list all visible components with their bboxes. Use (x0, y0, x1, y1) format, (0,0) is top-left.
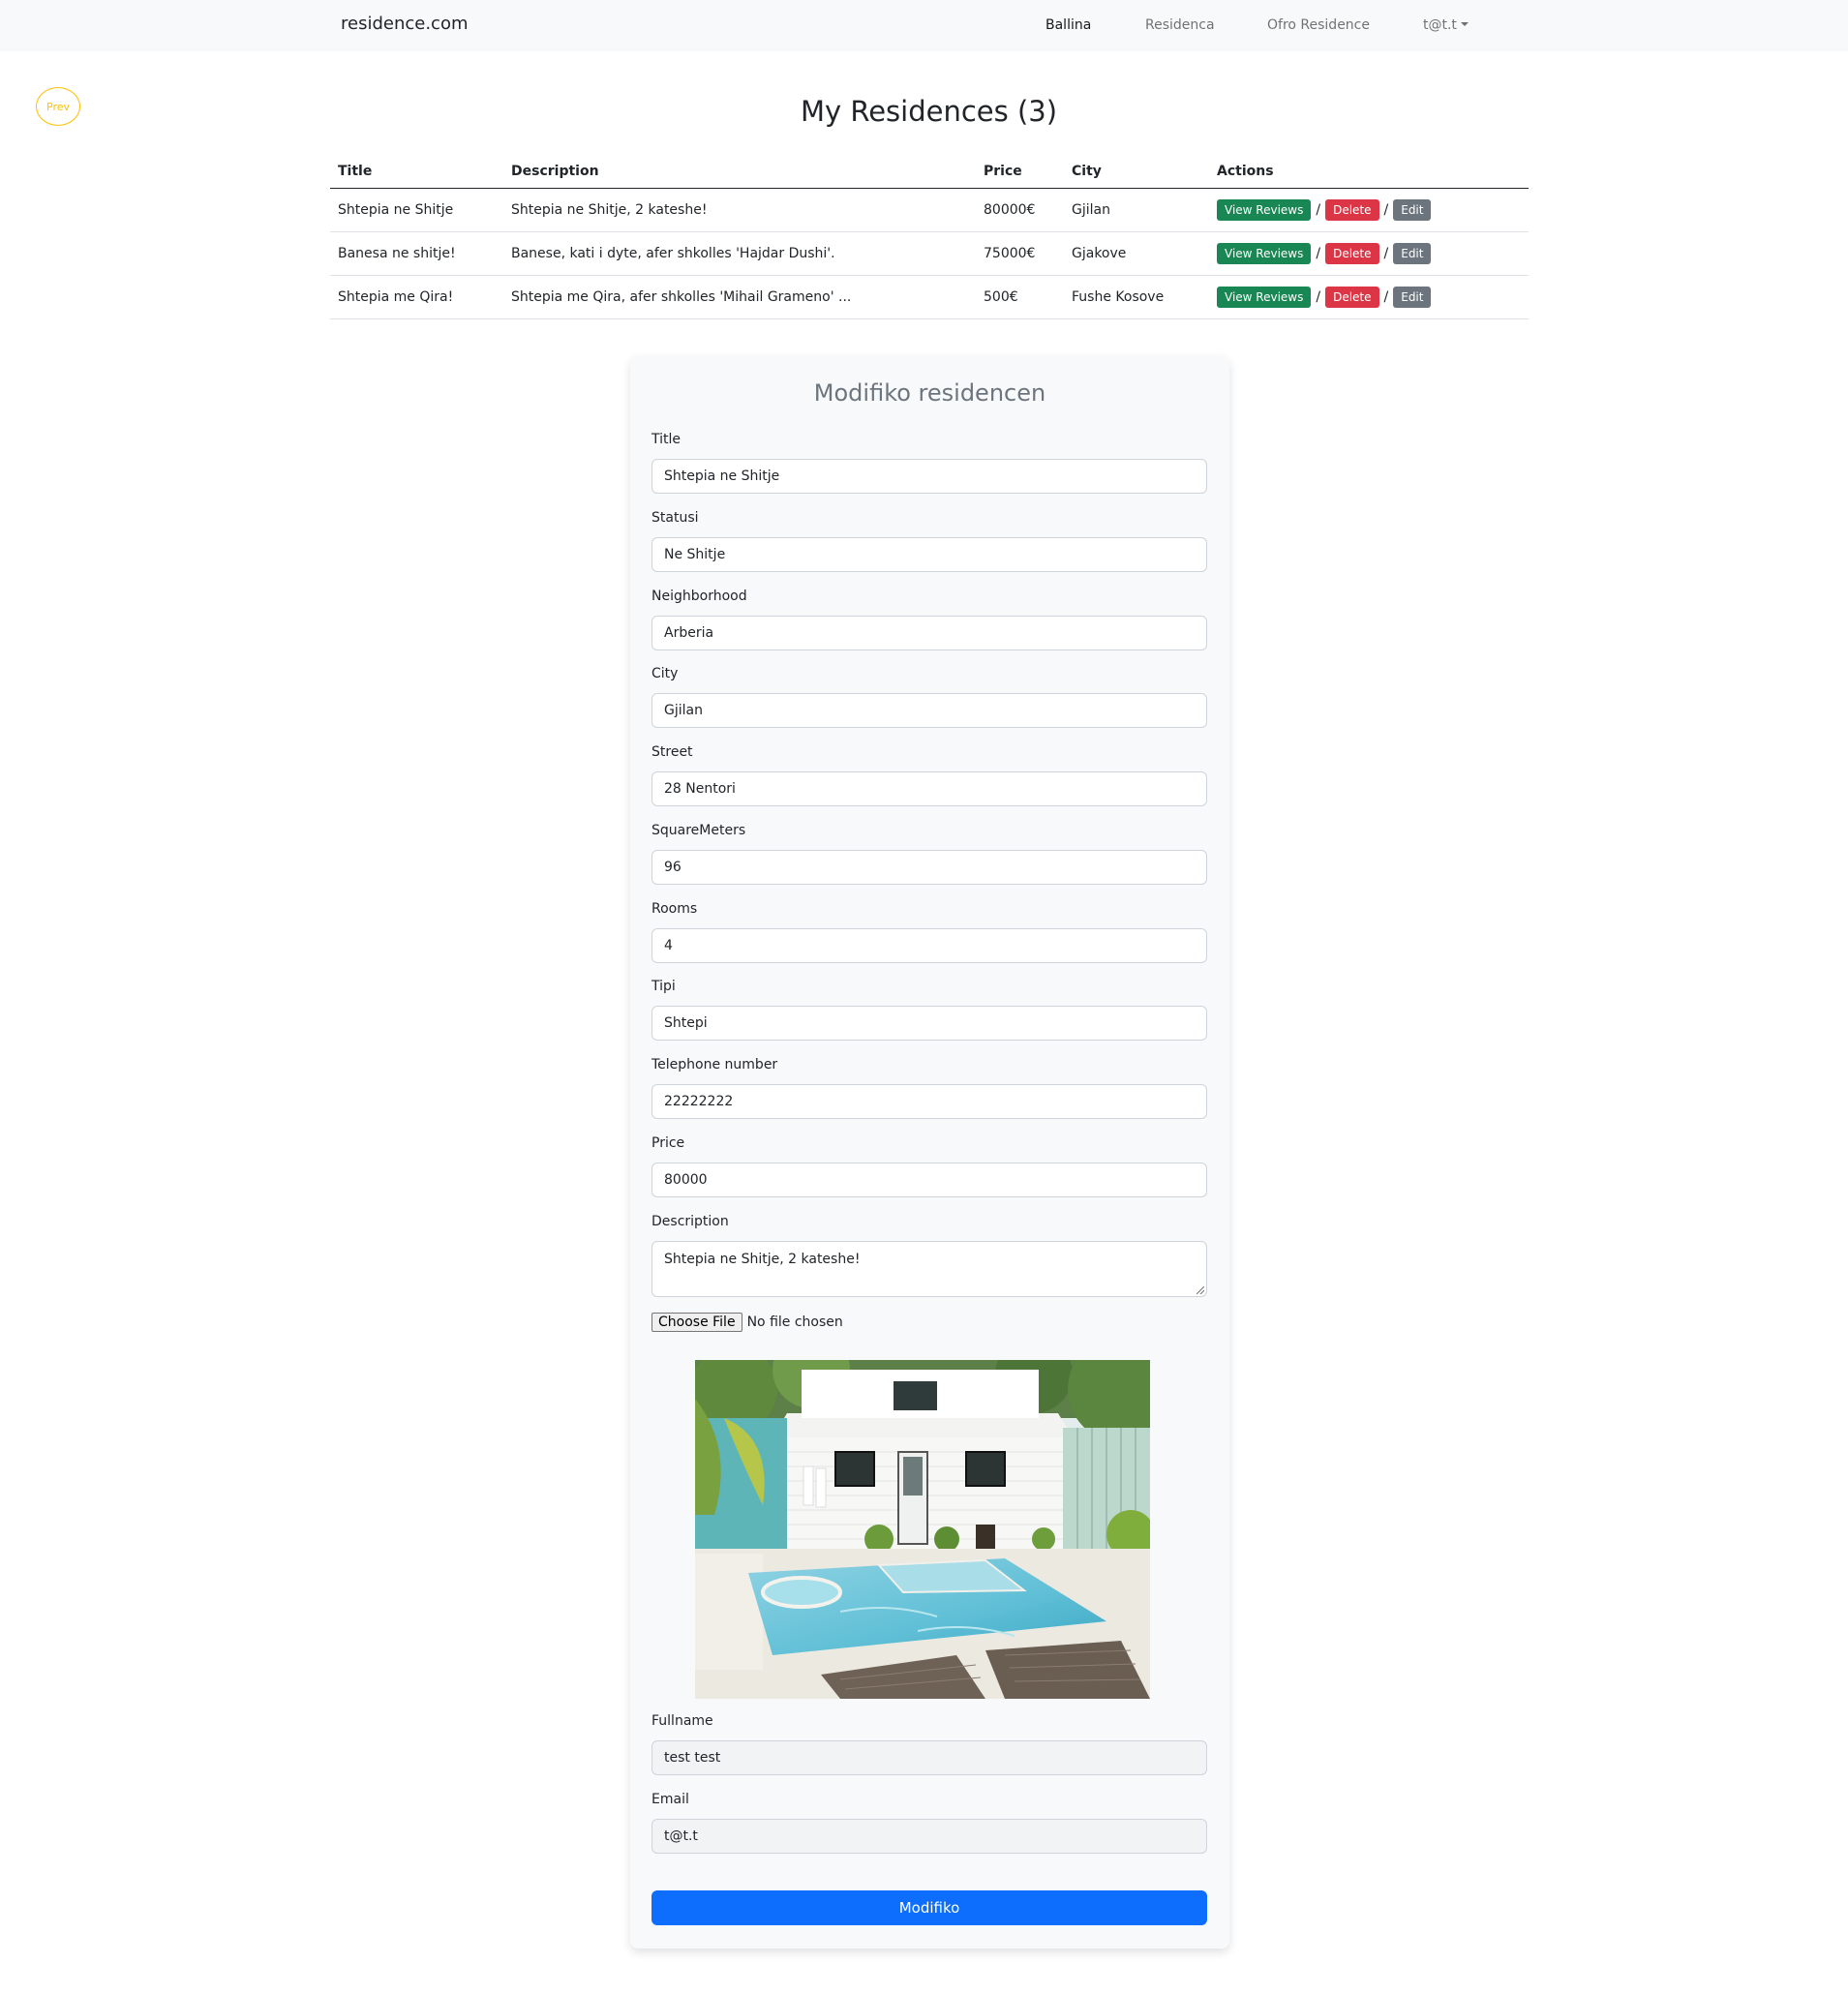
view-reviews-button[interactable]: View Reviews (1217, 242, 1312, 264)
page-title: My Residences (3) (800, 95, 1058, 128)
telephone-field[interactable]: 22222222 (651, 1084, 1207, 1119)
navbar: residence.com Ballina Residenca Ofro Res… (0, 0, 1848, 51)
description-textarea[interactable]: Shtepia ne Shitje, 2 kateshe! (651, 1241, 1207, 1297)
neighborhood-label: Neighborhood (651, 589, 747, 604)
delete-button[interactable]: Delete (1325, 286, 1379, 308)
separator: / (1316, 288, 1321, 305)
cell-actions: View Reviews / Delete / Edit (1209, 188, 1529, 232)
price-field[interactable]: 80000 (651, 1163, 1207, 1197)
cell-actions: View Reviews / Delete / Edit (1209, 275, 1529, 319)
separator: / (1383, 245, 1389, 261)
modifiko-submit-button[interactable]: Modifiko (651, 1890, 1207, 1925)
choose-file-button[interactable]: Choose File (651, 1313, 742, 1332)
table-row: Banesa ne shitje! Banese, kati i dyte, a… (330, 231, 1529, 276)
street-field[interactable]: 28 Nentori (651, 771, 1207, 806)
cell-description: Shtepia me Qira, afer shkolles 'Mihail G… (503, 275, 976, 319)
description-label: Description (651, 1214, 729, 1229)
fullname-field[interactable]: test test (651, 1740, 1207, 1775)
residences-table: Title Description Price City Actions Sht… (330, 155, 1529, 319)
header-description: Description (503, 155, 976, 189)
tipi-field[interactable]: Shtepi (651, 1006, 1207, 1041)
table-row: Shtepia me Qira! Shtepia me Qira, afer s… (330, 275, 1529, 319)
city-field[interactable]: Gjilan (651, 693, 1207, 728)
table-header-row: Title Description Price City Actions (330, 155, 1529, 189)
cell-description: Shtepia ne Shitje, 2 kateshe! (503, 188, 976, 232)
cell-actions: View Reviews / Delete / Edit (1209, 231, 1529, 276)
street-label: Street (651, 744, 693, 760)
cell-city: Gjilan (1064, 188, 1209, 232)
separator: / (1316, 245, 1321, 261)
cell-city: Fushe Kosove (1064, 275, 1209, 319)
separator: / (1383, 288, 1389, 305)
cell-title: Shtepia ne Shitje (330, 188, 503, 232)
file-status: No file chosen (746, 1314, 843, 1330)
nav-link-ofro-residence[interactable]: Ofro Residence (1267, 17, 1370, 33)
squaremeters-label: SquareMeters (651, 823, 746, 838)
cell-price: 80000€ (976, 188, 1064, 232)
cell-price: 75000€ (976, 231, 1064, 276)
squaremeters-field[interactable]: 96 (651, 850, 1207, 885)
edit-button[interactable]: Edit (1393, 286, 1432, 308)
user-email: t@t.t (1423, 17, 1457, 33)
table-row: Shtepia ne Shitje Shtepia ne Shitje, 2 k… (330, 188, 1529, 232)
separator: / (1383, 201, 1389, 218)
delete-button[interactable]: Delete (1325, 242, 1379, 264)
view-reviews-button[interactable]: View Reviews (1217, 198, 1312, 221)
neighborhood-field[interactable]: Arberia (651, 616, 1207, 650)
brand-link[interactable]: residence.com (341, 14, 469, 34)
description-text: Shtepia ne Shitje, 2 kateshe! (664, 1252, 861, 1267)
telephone-label: Telephone number (651, 1057, 778, 1073)
price-label: Price (651, 1135, 685, 1151)
email-field[interactable]: t@t.t (651, 1819, 1207, 1854)
header-title: Title (330, 155, 503, 189)
title-label: Title (651, 432, 682, 447)
city-label: City (651, 666, 679, 681)
tipi-label: Tipi (651, 979, 676, 994)
cell-description: Banese, kati i dyte, afer shkolles 'Hajd… (503, 231, 976, 276)
separator: / (1316, 201, 1321, 218)
cell-price: 500€ (976, 275, 1064, 319)
fullname-label: Fullname (651, 1713, 713, 1729)
header-city: City (1064, 155, 1209, 189)
edit-residence-card: Modifiko residencen Title Shtepia ne Shi… (630, 356, 1229, 1949)
form-title: Modifiko residencen (813, 379, 1046, 407)
title-field[interactable]: Shtepia ne Shitje (651, 459, 1207, 494)
cell-title: Shtepia me Qira! (330, 275, 503, 319)
user-dropdown[interactable]: t@t.t (1423, 17, 1469, 33)
file-upload: Choose File No file chosen (651, 1313, 843, 1332)
rooms-label: Rooms (651, 901, 698, 917)
cell-title: Banesa ne shitje! (330, 231, 503, 276)
rooms-field[interactable]: 4 (651, 928, 1207, 963)
statusi-label: Statusi (651, 510, 699, 526)
view-reviews-button[interactable]: View Reviews (1217, 286, 1312, 308)
header-price: Price (976, 155, 1064, 189)
statusi-field[interactable]: Ne Shitje (651, 537, 1207, 572)
delete-button[interactable]: Delete (1325, 198, 1379, 221)
edit-button[interactable]: Edit (1393, 242, 1432, 264)
nav-link-ballina[interactable]: Ballina (1045, 17, 1091, 33)
resize-grip-icon[interactable] (1197, 1286, 1204, 1294)
caret-down-icon (1460, 22, 1469, 26)
edit-button[interactable]: Edit (1393, 198, 1432, 221)
header-actions: Actions (1209, 155, 1529, 189)
nav-link-residenca[interactable]: Residenca (1145, 17, 1215, 33)
residence-photo (695, 1360, 1150, 1699)
email-label: Email (651, 1792, 689, 1807)
cell-city: Gjakove (1064, 231, 1209, 276)
